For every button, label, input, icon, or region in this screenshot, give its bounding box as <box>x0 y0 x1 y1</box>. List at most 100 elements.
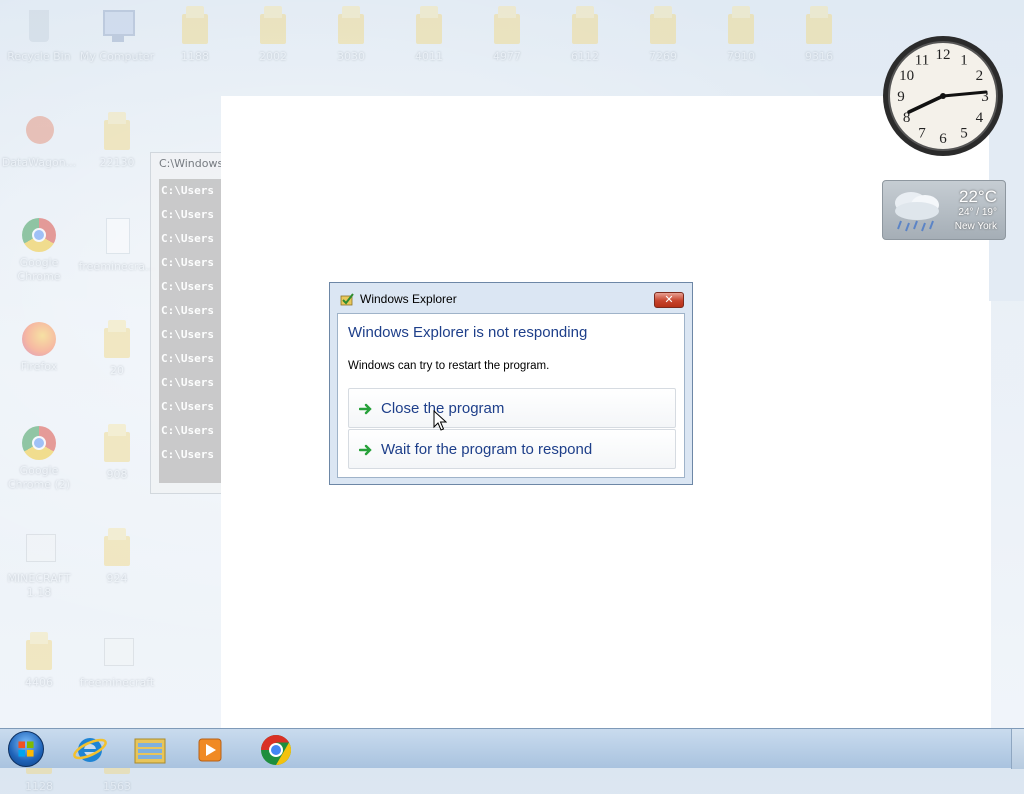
cmd-output-line: C:\Users <box>161 184 214 197</box>
folder-icon <box>100 320 134 360</box>
show-desktop-button[interactable] <box>1011 729 1024 769</box>
dialog-titlebar[interactable]: Windows Explorer ✕ <box>330 283 692 313</box>
cmd-output-line: C:\Users <box>161 376 214 389</box>
desktop-icon[interactable]: freeminecra... <box>78 216 156 274</box>
close-icon: ✕ <box>664 293 674 306</box>
media-player-button[interactable] <box>184 731 236 767</box>
dialog-heading: Windows Explorer is not responding <box>348 324 588 341</box>
desktop-icon[interactable]: 22130 <box>78 112 156 170</box>
desktop-icon[interactable]: 7269 <box>624 6 702 64</box>
desktop-icon-label: MINECRAFT 1.18 <box>7 572 71 599</box>
clock-hour-label: 11 <box>915 53 929 69</box>
cmd-output-line: C:\Users <box>161 448 214 461</box>
chrome-button[interactable] <box>250 731 302 767</box>
folder-icon <box>22 632 56 672</box>
cmd-output-line: C:\Users <box>161 328 214 341</box>
clock-hour-label: 12 <box>936 47 951 63</box>
cmd-output-line: C:\Users <box>161 400 214 413</box>
desktop-icon[interactable]: 4011 <box>390 6 468 64</box>
desktop-icon-label: My Computer <box>79 50 155 63</box>
desktop-icon[interactable]: MINECRAFT 1.18 <box>0 528 78 600</box>
shortcut-icon <box>100 632 134 672</box>
desktop-icon-label: 1128 <box>25 780 53 793</box>
desktop-icon[interactable]: 4977 <box>468 6 546 64</box>
desktop-icon-label: 7910 <box>727 50 755 63</box>
folder-icon <box>134 738 166 764</box>
file-icon <box>100 216 134 256</box>
internet-explorer-icon <box>73 738 107 762</box>
desktop-icon[interactable]: 3030 <box>312 6 390 64</box>
cmd-window-title: C:\Windows <box>159 157 223 170</box>
cmd-output-line: C:\Users <box>161 208 214 221</box>
desktop-icon[interactable]: Google Chrome <box>0 216 78 284</box>
dialog-close-button[interactable]: ✕ <box>654 292 684 308</box>
green-arrow-icon <box>359 403 372 415</box>
wait-for-program-label: Wait for the program to respond <box>381 441 593 458</box>
desktop-icon-label: 6112 <box>571 50 599 63</box>
dialog-content: Windows Explorer is not responding Windo… <box>337 313 685 478</box>
cmd-window-body: C:\Users C:\Users C:\Users C:\Users C:\Users… <box>159 179 223 483</box>
desktop-icon[interactable]: 4406 <box>0 632 78 690</box>
desktop-icon-label: 924 <box>106 572 128 585</box>
desktop-icon[interactable]: 9316 <box>780 6 858 64</box>
wait-for-program-button[interactable]: Wait for the program to respond <box>348 429 676 469</box>
clock-hour-label: 5 <box>960 125 968 141</box>
cmd-output-line: C:\Users <box>161 232 214 245</box>
desktop-icon-label: 4011 <box>415 50 443 63</box>
desktop-icon-label: freeminecra... <box>78 260 156 273</box>
desktop-icon[interactable]: 1188 <box>156 6 234 64</box>
cmd-output-line: C:\Users <box>161 280 214 293</box>
desktop-icon[interactable]: Recycle Bin <box>0 6 78 64</box>
shortcut-icon <box>22 528 56 568</box>
rain-cloud-icon <box>895 192 939 232</box>
cmd-output-line: C:\Users <box>161 304 214 317</box>
internet-explorer-button[interactable] <box>64 731 116 767</box>
app-icon <box>22 112 56 152</box>
folder-icon <box>178 6 212 46</box>
cmd-output-line: C:\Users <box>161 352 214 365</box>
desktop-icon[interactable]: 6112 <box>546 6 624 64</box>
computer-icon <box>100 6 135 46</box>
desktop-icon-label: 22130 <box>99 156 135 169</box>
close-program-button[interactable]: Close the program <box>348 388 676 428</box>
desktop-icon-label: 1563 <box>103 780 131 793</box>
desktop-icon-label: Google Chrome <box>17 256 61 283</box>
desktop-icon[interactable]: 908 <box>78 424 156 482</box>
clock-gadget[interactable]: 12 1234567891011 <box>881 34 1005 158</box>
windows-orb-icon <box>18 741 34 757</box>
media-player-icon <box>198 738 222 762</box>
folder-icon <box>100 112 134 152</box>
desktop-icon[interactable]: 2002 <box>234 6 312 64</box>
chrome-icon <box>261 735 292 765</box>
dialog-title: Windows Explorer <box>360 292 457 306</box>
cmd-output-line: C:\Users <box>161 256 214 269</box>
desktop-icon[interactable]: My Computer <box>78 6 156 64</box>
clock-hour-label: 6 <box>939 131 947 147</box>
chrome-icon <box>22 218 56 252</box>
desktop-icon[interactable]: Google Chrome (2) <box>0 424 78 492</box>
desktop-icon-label: 9316 <box>805 50 833 63</box>
desktop-icon[interactable]: Firefox <box>0 320 78 374</box>
desktop-icon-label: DataWagon... <box>1 156 77 169</box>
file-explorer-button[interactable] <box>124 731 176 767</box>
desktop-icon-label: Recycle Bin <box>7 50 71 63</box>
cmd-output-line: C:\Users <box>161 424 214 437</box>
clock-hour-label: 10 <box>899 68 914 84</box>
cmd-window[interactable]: C:\Windows C:\Users C:\Users C:\Users C:\Us… <box>150 152 224 494</box>
folder-icon <box>724 6 758 46</box>
desktop-icon-label: freeminecraft <box>79 676 155 689</box>
desktop-icon-label: 7269 <box>649 50 677 63</box>
desktop-icon[interactable]: freeminecraft <box>78 632 156 690</box>
desktop-icon[interactable]: 924 <box>78 528 156 586</box>
desktop-icon[interactable]: 7910 <box>702 6 780 64</box>
folder-icon <box>802 6 836 46</box>
desktop-icon[interactable]: 20 <box>78 320 156 378</box>
weather-gadget[interactable]: 22°C 24° / 19° New York <box>882 180 1006 240</box>
start-button[interactable] <box>8 731 44 767</box>
clock-hour-label: 2 <box>976 68 984 84</box>
folder-icon <box>100 528 134 568</box>
desktop-icon-label: 2002 <box>259 50 287 63</box>
desktop-icon-label: 3030 <box>337 50 365 63</box>
folder-icon <box>568 6 602 46</box>
desktop-icon[interactable]: DataWagon... <box>0 112 78 170</box>
